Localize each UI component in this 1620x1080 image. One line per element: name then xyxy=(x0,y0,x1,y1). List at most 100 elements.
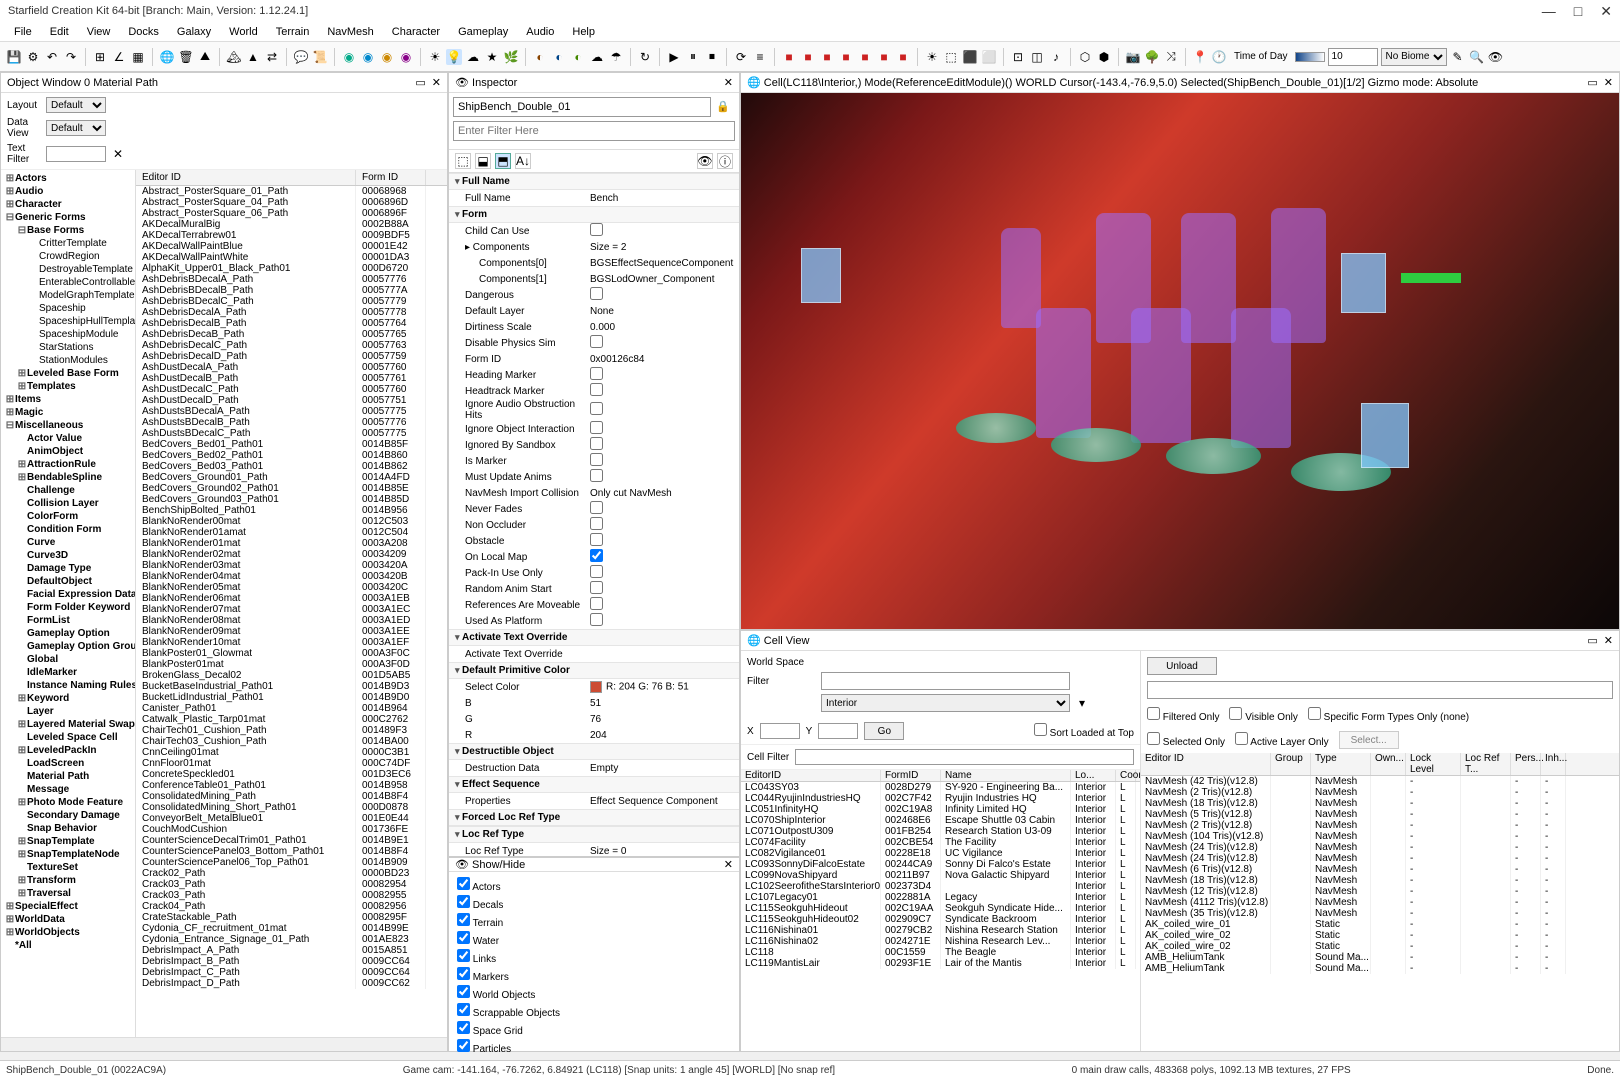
tree-item[interactable]: Form Folder Keyword xyxy=(3,601,133,614)
table-row[interactable]: BucketBaseIndustrial_Path010014B9D3 xyxy=(136,681,447,692)
camera-icon[interactable]: 📷 xyxy=(1125,49,1141,65)
table-row[interactable]: BlankPoster01mat000A3F0D xyxy=(136,659,447,670)
table-row[interactable]: AshDustDecalB_Path00057761 xyxy=(136,373,447,384)
menu-character[interactable]: Character xyxy=(384,24,448,40)
table-row[interactable]: LC099NovaShipyard00211B97Nova Galactic S… xyxy=(741,870,1140,881)
reference-batch-icon[interactable]: ⊡ xyxy=(1010,49,1026,65)
fog-icon[interactable]: ◐ xyxy=(532,49,548,65)
occlusion-icon[interactable]: ◫ xyxy=(1029,49,1045,65)
table-row[interactable]: ChairTech03_Cushion_Path0014BA00 xyxy=(136,736,447,747)
table-row[interactable]: Crack04_Path00082956 xyxy=(136,901,447,912)
timeofday-slider[interactable] xyxy=(1295,52,1325,62)
table-row[interactable]: NavMesh (4112 Tris)(v12.8)NavMesh--- xyxy=(1141,897,1619,908)
showhide-item[interactable]: Decals xyxy=(457,894,731,912)
table-row[interactable]: Abstract_PosterSquare_06_Path0006896F xyxy=(136,208,447,219)
filter-input[interactable] xyxy=(821,672,1070,690)
table-row[interactable]: BrokenGlass_Decal02001D5AB5 xyxy=(136,670,447,681)
tree-item[interactable]: ModelGraphTemplate xyxy=(3,289,133,302)
table-row[interactable]: LC116Nishina0100279CB2Nishina Research S… xyxy=(741,925,1140,936)
table-row[interactable]: LC082Vigilance0100228E18UC VigilanceInte… xyxy=(741,848,1140,859)
menu-file[interactable]: File xyxy=(6,24,40,40)
table-row[interactable]: BenchShipBolted_Path010014B956 xyxy=(136,505,447,516)
table-row[interactable]: BlankNoRender00mat0012C503 xyxy=(136,516,447,527)
worldspace-select[interactable]: Interior xyxy=(821,694,1070,712)
table-row[interactable]: AshDebrisDecalA_Path00057778 xyxy=(136,307,447,318)
sec-forcedlocref[interactable]: Forced Loc Ref Type xyxy=(449,809,739,826)
table-row[interactable]: AshDustsBDecalA_Path00057775 xyxy=(136,406,447,417)
table-row[interactable]: BedCovers_Bed02_Path010014B860 xyxy=(136,450,447,461)
table-row[interactable]: BlankNoRender04mat0003420B xyxy=(136,571,447,582)
table-row[interactable]: LC119MantisLair00293F1ELair of the Manti… xyxy=(741,958,1140,969)
table-row[interactable]: BlankNoRender03mat0003420A xyxy=(136,560,447,571)
table-row[interactable]: NavMesh (24 Tris)(v12.8)NavMesh--- xyxy=(1141,853,1619,864)
tree-item[interactable]: Condition Form xyxy=(3,523,133,536)
tree-item[interactable]: ⊞BendableSpline xyxy=(3,471,133,484)
table-row[interactable]: AshDustsBDecalB_Path00057776 xyxy=(136,417,447,428)
table-row[interactable]: BlankNoRender09mat0003A1EE xyxy=(136,626,447,637)
table-row[interactable]: BlankNoRender01amat0012C504 xyxy=(136,527,447,538)
chk-onlocalmap[interactable] xyxy=(590,549,603,562)
sec-form[interactable]: Form xyxy=(449,206,739,223)
layers-icon[interactable]: ≡ xyxy=(752,49,768,65)
tree-item[interactable]: EnterableControllable xyxy=(3,276,133,289)
red-square5-icon[interactable]: ■ xyxy=(857,49,873,65)
window-maximize-icon[interactable]: □ xyxy=(1574,3,1582,20)
chk-disablephysics[interactable] xyxy=(590,335,603,348)
marker-icon[interactable]: 📍 xyxy=(1192,49,1208,65)
table-row[interactable]: BlankNoRender01mat0003A208 xyxy=(136,538,447,549)
table-row[interactable]: Cydonia_Entrance_Signage_01_Path001AE823 xyxy=(136,934,447,945)
panel-close-icon[interactable]: ✕ xyxy=(724,76,733,89)
tree-item[interactable]: StarStations xyxy=(3,341,133,354)
collision-icon[interactable]: ⬡ xyxy=(1077,49,1093,65)
tree-item[interactable]: StationModules xyxy=(3,354,133,367)
tree-item[interactable]: Secondary Damage xyxy=(3,809,133,822)
tree-item[interactable]: SpaceshipHullTemplate xyxy=(3,315,133,328)
inspector-filter-input[interactable] xyxy=(453,121,735,141)
acoustic-icon[interactable]: ♪ xyxy=(1048,49,1064,65)
table-row[interactable]: AKDecalWallPaintBlue00001E42 xyxy=(136,241,447,252)
panel-close-icon[interactable]: ✕ xyxy=(724,858,733,871)
tree-item[interactable]: ⊟Base Forms xyxy=(3,224,133,237)
red-square7-icon[interactable]: ■ xyxy=(895,49,911,65)
showhide-item[interactable]: Actors xyxy=(457,876,731,894)
table-row[interactable]: AshDustsBDecalC_Path00057775 xyxy=(136,428,447,439)
menu-docks[interactable]: Docks xyxy=(120,24,167,40)
x-input[interactable] xyxy=(760,723,800,739)
cell-list[interactable]: EditorID FormID Name Lo... Coords LC043S… xyxy=(741,770,1140,1051)
table-row[interactable]: Abstract_PosterSquare_04_Path0006896D xyxy=(136,197,447,208)
panel-float-icon[interactable]: ▭ xyxy=(1587,76,1597,89)
tree-item[interactable]: ⊞Templates xyxy=(3,380,133,393)
water-icon[interactable]: ◐ xyxy=(551,49,567,65)
table-row[interactable]: BucketLidIndustrial_Path010014B9D0 xyxy=(136,692,447,703)
tree-item[interactable]: DefaultObject xyxy=(3,575,133,588)
showhide-item[interactable]: Scrappable Objects xyxy=(457,1002,731,1020)
table-row[interactable]: ConcreteSpeckled01001D3EC6 xyxy=(136,769,447,780)
table-row[interactable]: BedCovers_Bed03_Path010014B862 xyxy=(136,461,447,472)
table-row[interactable]: LC074Facility002CBE54The FacilityInterio… xyxy=(741,837,1140,848)
tree-item[interactable]: ⊞SnapTemplateNode xyxy=(3,848,133,861)
table-row[interactable]: CrateStackable_Path0008295F xyxy=(136,912,447,923)
tree-item[interactable]: ⊞Photo Mode Feature xyxy=(3,796,133,809)
table-row[interactable]: ConveyorBelt_MetalBlue01001E0E44 xyxy=(136,813,447,824)
dataview-select[interactable]: Default xyxy=(46,120,106,136)
tree-item[interactable]: ⊞Traversal xyxy=(3,887,133,900)
table-row[interactable]: LC044RyujinIndustriesHQ002C7F42Ryujin In… xyxy=(741,793,1140,804)
window-close-icon[interactable]: ✕ xyxy=(1600,3,1612,20)
table-row[interactable]: LC071OutpostU309001FB254Research Station… xyxy=(741,826,1140,837)
red-square2-icon[interactable]: ■ xyxy=(800,49,816,65)
menu-edit[interactable]: Edit xyxy=(42,24,77,40)
tree-item[interactable]: Curve xyxy=(3,536,133,549)
sky-icon[interactable]: ☁ xyxy=(465,49,481,65)
table-row[interactable]: ConsolidatedMining_Path0014B8F4 xyxy=(136,791,447,802)
table-row[interactable]: Cydonia_CF_recruitment_01mat0014B99E xyxy=(136,923,447,934)
table-row[interactable]: LC102SeerofitheStarsInterior01002373D4In… xyxy=(741,881,1140,892)
table-row[interactable]: Crack03_Path00082954 xyxy=(136,879,447,890)
textfilter-clear-icon[interactable]: ✕ xyxy=(110,146,126,162)
table-row[interactable]: Crack03_Path00082955 xyxy=(136,890,447,901)
table-row[interactable]: AshDebrisBDecalB_Path0005777A xyxy=(136,285,447,296)
table-row[interactable]: CnnCeiling01mat0000C3B1 xyxy=(136,747,447,758)
tree-item[interactable]: ⊞Items xyxy=(3,393,133,406)
wind-icon[interactable]: ◐ xyxy=(570,49,586,65)
table-row[interactable]: BlankNoRender05mat0003420C xyxy=(136,582,447,593)
lightbulb-icon[interactable]: 💡 xyxy=(446,49,462,65)
